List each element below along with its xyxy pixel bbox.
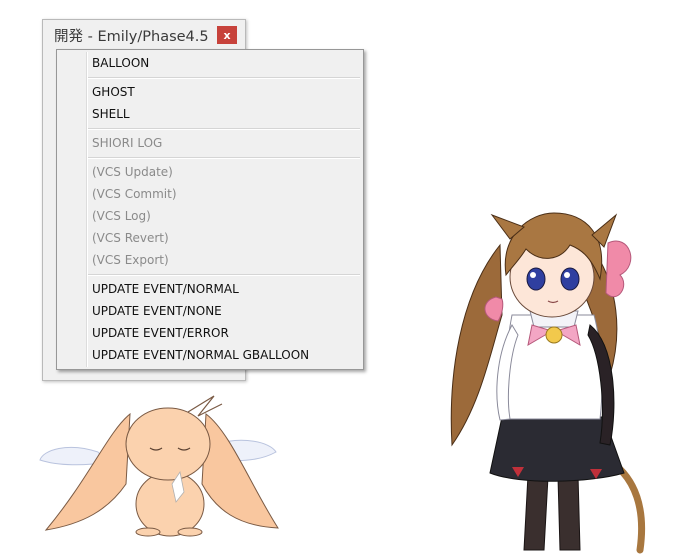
menu-separator [88,274,360,276]
menu-item[interactable]: (VCS Update) [92,161,173,183]
cat-eared-girl-character-icon [450,212,646,554]
menu-item[interactable]: UPDATE EVENT/ERROR [92,322,229,344]
window-title: 開発 - Emily/Phase4.5 [54,28,209,45]
menu-item[interactable]: (VCS Revert) [92,227,169,249]
menu-item[interactable]: (VCS Export) [92,249,169,271]
menu-separator [88,157,360,159]
winged-creature-mascot-icon [39,395,279,537]
menu-gutter [86,52,88,367]
menu-separator [88,128,360,130]
menu-item[interactable]: BALLOON [92,52,149,74]
menu-item[interactable]: (VCS Log) [92,205,151,227]
close-button[interactable]: x [217,26,237,44]
menu-item[interactable]: GHOST [92,81,135,103]
menu-separator [88,77,360,79]
close-icon: x [223,28,231,42]
menu-item[interactable]: SHELL [92,103,130,125]
menu-item[interactable]: UPDATE EVENT/NORMAL GBALLOON [92,344,309,366]
context-menu: BALLOON GHOST SHELL SHIORI LOG (VCS Update)(… [56,49,364,370]
menu-item[interactable]: UPDATE EVENT/NONE [92,300,222,322]
menu-item[interactable]: UPDATE EVENT/NORMAL [92,278,239,300]
menu-item[interactable]: SHIORI LOG [92,132,162,154]
menu-item[interactable]: (VCS Commit) [92,183,177,205]
window-titlebar[interactable]: 開発 - Emily/Phase4.5 x [43,20,245,50]
